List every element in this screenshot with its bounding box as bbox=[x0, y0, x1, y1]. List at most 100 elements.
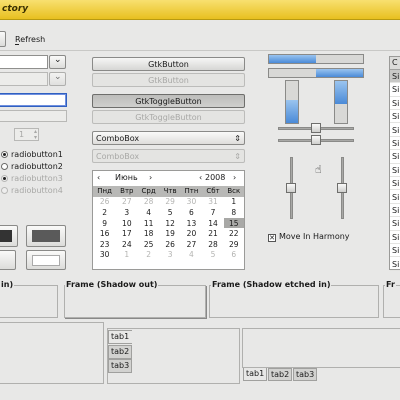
tree-row[interactable]: Si bbox=[390, 217, 400, 231]
calendar-day[interactable]: 15 bbox=[223, 217, 244, 229]
tree-row[interactable]: Si bbox=[390, 97, 400, 110]
tree-row[interactable]: Si bbox=[390, 177, 400, 191]
calendar-day[interactable]: 22 bbox=[224, 228, 244, 239]
tree-row[interactable]: Si bbox=[390, 124, 400, 137]
scale-v2-knob[interactable] bbox=[337, 183, 347, 193]
calendar-day[interactable]: 10 bbox=[116, 218, 137, 229]
month-next-icon[interactable]: › bbox=[149, 173, 152, 182]
calendar-day[interactable]: 31 bbox=[202, 197, 223, 208]
move-in-harmony-label: Move In Harmony bbox=[279, 232, 350, 241]
calendar-day[interactable]: 9 bbox=[93, 218, 116, 229]
color-button-1[interactable] bbox=[0, 225, 18, 247]
calendar-day[interactable]: 2 bbox=[137, 250, 159, 261]
year-next-icon[interactable]: › bbox=[233, 173, 236, 182]
toggle-button-small[interactable] bbox=[0, 250, 16, 270]
calendar-day[interactable]: 27 bbox=[116, 197, 137, 208]
calendar-day[interactable]: 11 bbox=[137, 218, 159, 229]
gtk-button[interactable]: GtkButton bbox=[92, 57, 245, 71]
calendar-day[interactable]: 30 bbox=[93, 250, 116, 261]
calendar-day[interactable]: 19 bbox=[160, 228, 181, 239]
calendar-day[interactable]: 12 bbox=[160, 218, 181, 229]
calendar-day[interactable]: 5 bbox=[202, 250, 223, 261]
tab-tab2[interactable]: tab2 bbox=[108, 344, 132, 359]
toolbar-button-left[interactable] bbox=[0, 31, 6, 47]
calendar-day[interactable]: 1 bbox=[224, 197, 244, 208]
calendar-day[interactable]: 29 bbox=[224, 239, 244, 250]
calendar-day[interactable]: 29 bbox=[160, 197, 181, 208]
tree-row[interactable]: Si bbox=[390, 83, 400, 97]
calendar-day[interactable]: 24 bbox=[116, 239, 137, 250]
calendar-weekday: Срд bbox=[137, 186, 160, 197]
calendar-day[interactable]: 14 bbox=[202, 218, 223, 229]
tree-row[interactable]: Si bbox=[390, 110, 400, 124]
calendar-day[interactable]: 27 bbox=[180, 239, 202, 250]
calendar-day[interactable]: 4 bbox=[180, 250, 202, 261]
move-in-harmony-checkbox[interactable]: ✕ Move In Harmony bbox=[268, 232, 350, 242]
calendar-day[interactable]: 2 bbox=[93, 207, 116, 218]
calendar-day[interactable]: 8 bbox=[224, 207, 244, 218]
tree-row[interactable]: Si bbox=[390, 70, 400, 84]
gtk-toggle-button[interactable]: GtkToggleButton bbox=[92, 94, 245, 108]
radio-group: radiobutton1 radiobutton2 radiobutton3 r… bbox=[1, 149, 63, 197]
calendar-day[interactable]: 26 bbox=[93, 197, 116, 208]
calendar-day[interactable]: 21 bbox=[202, 228, 223, 239]
tree-row[interactable]: Si bbox=[390, 150, 400, 164]
calendar-day[interactable]: 18 bbox=[137, 228, 159, 239]
color-button-2[interactable] bbox=[26, 225, 66, 247]
radio-button-4: radiobutton4 bbox=[1, 185, 63, 197]
text-entry-focused[interactable] bbox=[0, 93, 67, 107]
calendar-day[interactable]: 26 bbox=[160, 239, 181, 250]
calendar-day[interactable]: 3 bbox=[160, 250, 181, 261]
refresh-label: Refresh bbox=[15, 35, 46, 44]
calendar-day[interactable]: 4 bbox=[137, 207, 159, 218]
calendar-day[interactable]: 6 bbox=[180, 207, 202, 218]
tab-tab1[interactable]: tab1 bbox=[243, 368, 267, 381]
scale-h1-knob[interactable] bbox=[311, 123, 321, 133]
tree-row[interactable]: Si bbox=[390, 258, 400, 271]
tree-row[interactable]: Si bbox=[390, 137, 400, 151]
combo-entry-1-dropdown[interactable]: ⌄ bbox=[49, 55, 66, 69]
tab-tab3[interactable]: tab3 bbox=[108, 359, 132, 373]
tab-tab3[interactable]: tab3 bbox=[293, 368, 317, 381]
gtk-button-label: GtkButton bbox=[148, 60, 189, 69]
tree-row[interactable]: Si bbox=[390, 244, 400, 258]
scale-h2-knob[interactable] bbox=[311, 135, 321, 145]
calendar-day[interactable]: 28 bbox=[137, 197, 159, 208]
color-swatch bbox=[32, 230, 60, 242]
calendar-day[interactable]: 30 bbox=[180, 197, 202, 208]
frame-shadow-etched-in-label: Frame (Shadow etched in) bbox=[211, 280, 332, 289]
scale-v1-knob[interactable] bbox=[286, 183, 296, 193]
calendar-day[interactable]: 5 bbox=[160, 207, 181, 218]
tree-view-header[interactable]: C bbox=[390, 57, 400, 70]
radio-button-1[interactable]: radiobutton1 bbox=[1, 149, 63, 161]
window-title: ctory bbox=[2, 4, 29, 14]
year-prev-icon[interactable]: ‹ bbox=[199, 173, 202, 182]
refresh-button[interactable]: Refresh bbox=[15, 35, 45, 44]
month-prev-icon[interactable]: ‹ bbox=[97, 173, 100, 182]
calendar-day[interactable]: 6 bbox=[224, 250, 244, 261]
tree-row[interactable]: Si bbox=[390, 164, 400, 177]
calendar-day[interactable]: 1 bbox=[116, 250, 137, 261]
combo-entry-1[interactable] bbox=[0, 55, 48, 69]
combo-box[interactable]: ComboBox ⇕ bbox=[92, 131, 245, 145]
calendar-day[interactable]: 23 bbox=[93, 239, 116, 250]
calendar-day[interactable]: 13 bbox=[180, 218, 202, 229]
combo-entry-2 bbox=[0, 72, 48, 86]
calendar-day[interactable]: 17 bbox=[116, 228, 137, 239]
calendar-day[interactable]: 25 bbox=[137, 239, 159, 250]
tree-row[interactable]: Si bbox=[390, 204, 400, 218]
tab-tab1[interactable]: tab1 bbox=[108, 330, 132, 344]
calendar-day[interactable]: 3 bbox=[116, 207, 137, 218]
toggle-button-white[interactable] bbox=[26, 250, 66, 270]
calendar-day[interactable]: 7 bbox=[202, 207, 223, 218]
progress-bar-h1 bbox=[268, 54, 364, 64]
calendar-month: Июнь bbox=[115, 173, 138, 182]
calendar-day[interactable]: 16 bbox=[93, 228, 116, 239]
tree-row[interactable]: Si bbox=[390, 191, 400, 204]
tab-tab2[interactable]: tab2 bbox=[268, 368, 292, 381]
calendar-day[interactable]: 20 bbox=[180, 228, 202, 239]
tree-row[interactable]: Si bbox=[390, 231, 400, 244]
radio-button-2[interactable]: radiobutton2 bbox=[1, 161, 63, 173]
calendar-day[interactable]: 28 bbox=[202, 239, 223, 250]
gtk-toggle-button-disabled-label: GtkToggleButton bbox=[135, 113, 202, 122]
